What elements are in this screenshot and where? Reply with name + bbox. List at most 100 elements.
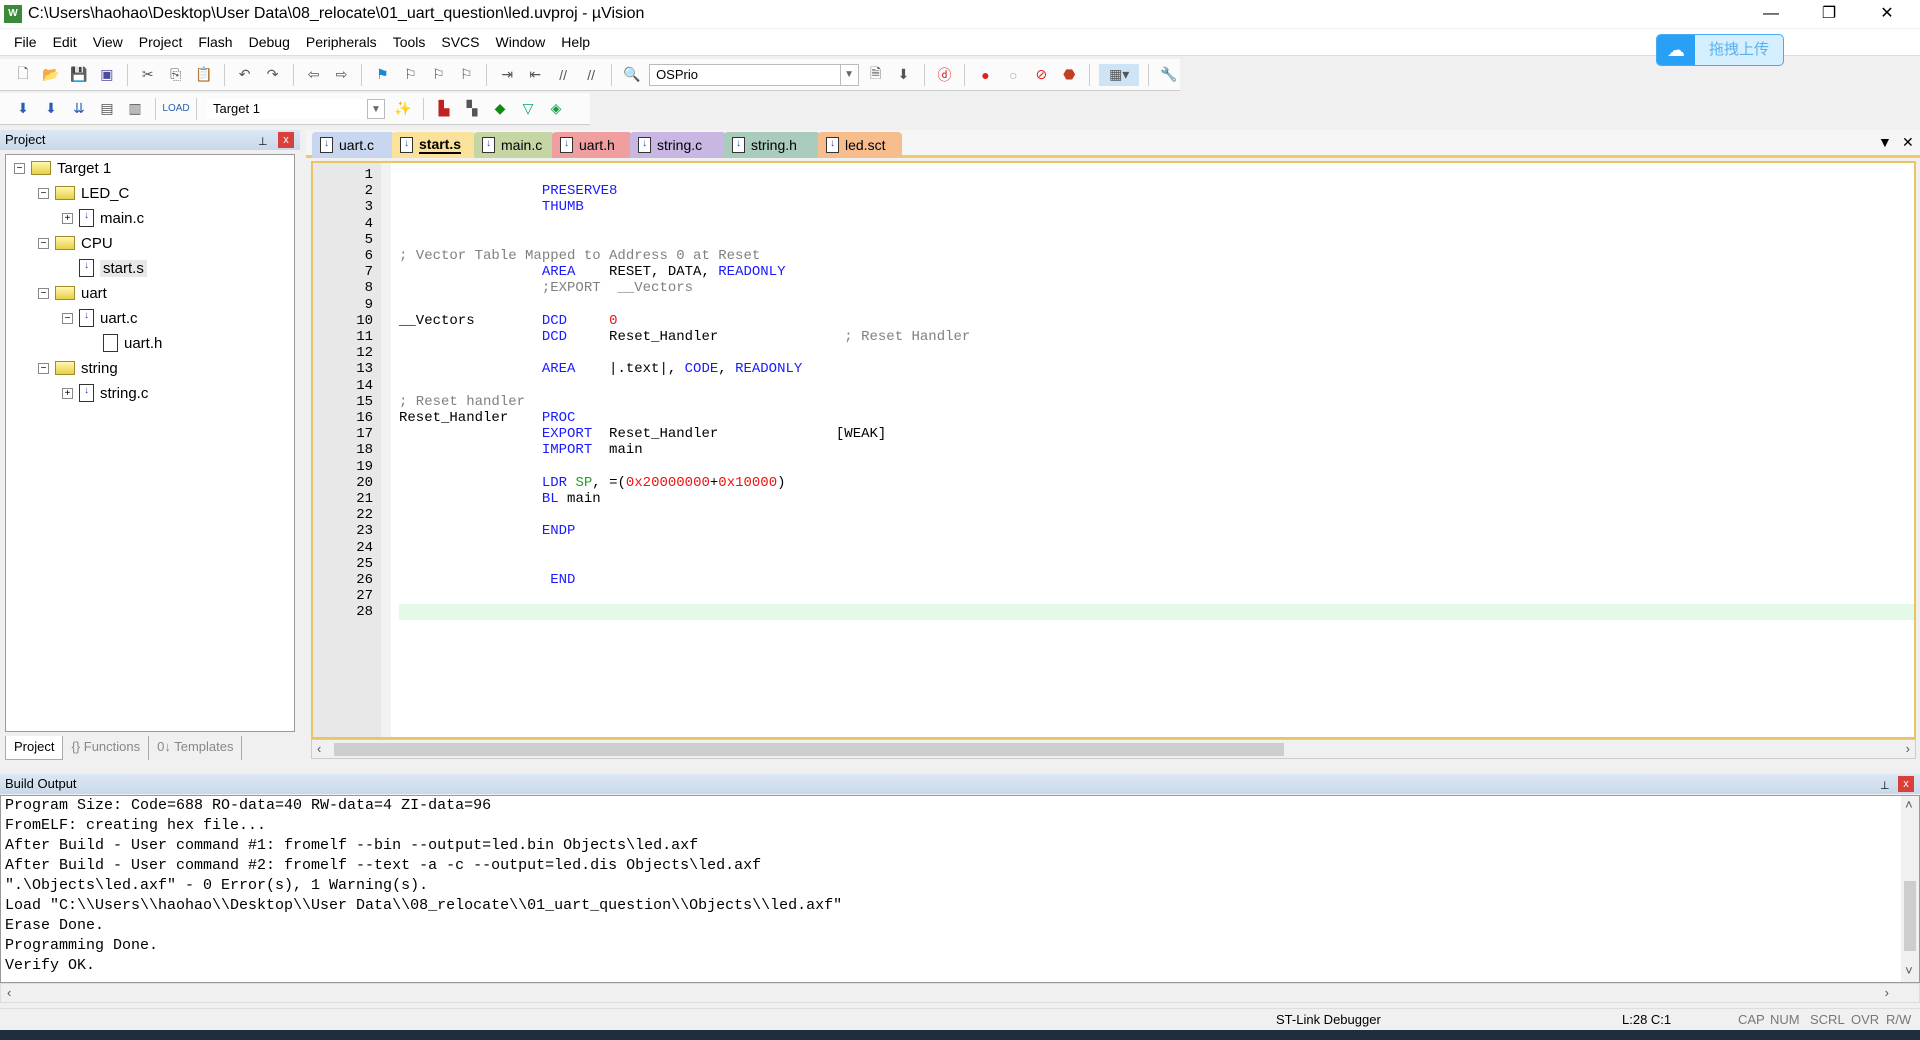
start-debug-icon[interactable]: ⓓ	[934, 64, 956, 86]
incremental-find-icon[interactable]: ⬇	[893, 64, 915, 86]
menu-debug[interactable]: Debug	[241, 34, 298, 50]
tab-string-c[interactable]: ↓ string.c	[630, 132, 726, 158]
comment-icon[interactable]: //	[552, 64, 574, 86]
menu-file[interactable]: File	[6, 34, 45, 50]
tree-item[interactable]: − Target 1	[14, 157, 111, 179]
save-all-icon[interactable]: ▣	[96, 64, 118, 86]
disable-breakpoint-icon[interactable]: ○	[1002, 64, 1024, 86]
expand-icon[interactable]: +	[62, 387, 73, 399]
bookmark-icon[interactable]: ⚑	[371, 64, 393, 86]
output-horizontal-scrollbar[interactable]: ‹ ›	[0, 983, 1920, 1003]
scrollbar-thumb[interactable]	[334, 743, 1284, 756]
next-bookmark-icon[interactable]: ⚐	[427, 64, 449, 86]
target-select[interactable]: Target 1 ▼	[206, 97, 386, 120]
cut-icon[interactable]: ✂	[137, 64, 159, 86]
close-tab-icon[interactable]: ✕	[1902, 134, 1914, 151]
menu-tools[interactable]: Tools	[385, 34, 434, 50]
collapse-icon[interactable]: −	[38, 187, 49, 199]
forward-icon[interactable]: ⇨	[331, 64, 353, 86]
paste-icon[interactable]: 📋	[193, 64, 215, 86]
collapse-icon[interactable]: −	[38, 237, 49, 249]
scroll-right-icon[interactable]: ›	[1906, 741, 1910, 756]
tree-item[interactable]: − uart	[38, 282, 107, 304]
find-icon[interactable]: 🗎	[865, 64, 887, 86]
kill-breakpoints-icon[interactable]: ⬣	[1058, 64, 1080, 86]
indent-icon[interactable]: ⇥	[496, 64, 518, 86]
upload-button[interactable]: ☁ 拖拽上传	[1656, 34, 1784, 66]
pack-installer-icon[interactable]: ▽	[517, 98, 539, 120]
save-icon[interactable]: 💾	[68, 64, 90, 86]
collapse-icon[interactable]: −	[38, 362, 49, 374]
collapse-icon[interactable]: −	[62, 312, 73, 324]
scroll-left-icon[interactable]: ‹	[7, 985, 11, 1000]
menu-edit[interactable]: Edit	[45, 34, 85, 50]
tree-item[interactable]: ↓ start.s	[62, 257, 147, 279]
manage-components-icon[interactable]: ▙	[433, 98, 455, 120]
clear-bookmarks-icon[interactable]: ⚐	[455, 64, 477, 86]
tab-main-c[interactable]: ↓ main.c	[474, 132, 554, 158]
menu-window[interactable]: Window	[488, 34, 554, 50]
unindent-icon[interactable]: ⇤	[524, 64, 546, 86]
tab-uart-h[interactable]: ↓ uart.h	[552, 132, 632, 158]
uncomment-icon[interactable]: //	[580, 64, 602, 86]
select-packs-icon[interactable]: ◆	[489, 98, 511, 120]
find-combo[interactable]: OSPrio ▼	[649, 63, 859, 86]
pin-icon[interactable]: ⊥	[1880, 776, 1890, 796]
batch-build-icon[interactable]: ▤	[96, 98, 118, 120]
scroll-up-icon[interactable]: ˄	[1905, 798, 1913, 813]
scroll-left-icon[interactable]: ‹	[317, 741, 321, 756]
restore-button[interactable]: ❐	[1800, 0, 1858, 28]
disable-all-breakpoints-icon[interactable]: ⊘	[1030, 64, 1052, 86]
tree-item[interactable]: − ↓ uart.c	[62, 307, 138, 329]
tree-item[interactable]: − LED_C	[38, 182, 129, 204]
copy-icon[interactable]: ⎘	[165, 64, 187, 86]
tree-item[interactable]: + ↓ string.c	[62, 382, 148, 404]
configure-icon[interactable]: 🔧	[1158, 64, 1180, 86]
menu-flash[interactable]: Flash	[190, 34, 240, 50]
back-icon[interactable]: ⇦	[303, 64, 325, 86]
target-options-icon[interactable]: ✨	[392, 98, 414, 120]
close-panel-icon[interactable]: x	[1898, 776, 1914, 792]
redo-icon[interactable]: ↷	[262, 64, 284, 86]
open-folder-icon[interactable]: 📂	[40, 64, 62, 86]
tab-project[interactable]: Project	[5, 736, 64, 760]
prev-bookmark-icon[interactable]: ⚐	[399, 64, 421, 86]
tab-templates[interactable]: 0↓ Templates	[149, 736, 243, 760]
tab-start-s[interactable]: ↓ start.s	[392, 132, 476, 158]
menu-peripherals[interactable]: Peripherals	[298, 34, 385, 50]
close-button[interactable]: ✕	[1858, 0, 1916, 28]
tree-item[interactable]: − CPU	[38, 232, 113, 254]
menu-svcs[interactable]: SVCS	[433, 34, 487, 50]
menu-help[interactable]: Help	[553, 34, 598, 50]
tree-item[interactable]: + ↓ main.c	[62, 207, 144, 229]
build-output-text[interactable]: Program Size: Code=688 RO-data=40 RW-dat…	[0, 795, 1920, 983]
tree-item[interactable]: uart.h	[86, 332, 162, 354]
tree-item[interactable]: − string	[38, 357, 118, 379]
output-vertical-scrollbar[interactable]: ˄ ˅	[1901, 796, 1919, 982]
editor-horizontal-scrollbar[interactable]: ‹ ›	[311, 739, 1916, 759]
tab-led-sct[interactable]: ↓ led.sct	[818, 132, 902, 158]
close-panel-icon[interactable]: x	[278, 132, 294, 148]
manage-project-items-icon[interactable]: ▚	[461, 98, 483, 120]
scroll-right-icon[interactable]: ›	[1885, 985, 1889, 1000]
scrollbar-thumb[interactable]	[1904, 881, 1916, 951]
run-time-environment-icon[interactable]: ◈	[545, 98, 567, 120]
translate-icon[interactable]: ⬇	[12, 98, 34, 120]
build-icon[interactable]: ⬇	[40, 98, 62, 120]
undo-icon[interactable]: ↶	[234, 64, 256, 86]
chevron-down-icon[interactable]: ▼	[367, 98, 385, 119]
chevron-down-icon[interactable]: ▼	[839, 64, 858, 85]
breakpoint-icon[interactable]: ●	[974, 64, 996, 86]
tab-list-icon[interactable]: ▼	[1878, 134, 1892, 150]
expand-icon[interactable]: +	[62, 212, 73, 224]
pin-icon[interactable]: ⊥	[258, 132, 268, 152]
collapse-icon[interactable]: −	[38, 287, 49, 299]
rebuild-icon[interactable]: ⇊	[68, 98, 90, 120]
menu-project[interactable]: Project	[131, 34, 191, 50]
find-in-files-icon[interactable]: 🔍	[621, 64, 643, 86]
window-layout-icon[interactable]: ▦▾	[1099, 63, 1140, 86]
tab-string-h[interactable]: ↓ string.h	[724, 132, 820, 158]
stop-build-icon[interactable]: ▥	[124, 98, 146, 120]
tab-functions[interactable]: {} Functions	[63, 736, 150, 760]
new-file-icon[interactable]: 🗋	[12, 64, 34, 86]
